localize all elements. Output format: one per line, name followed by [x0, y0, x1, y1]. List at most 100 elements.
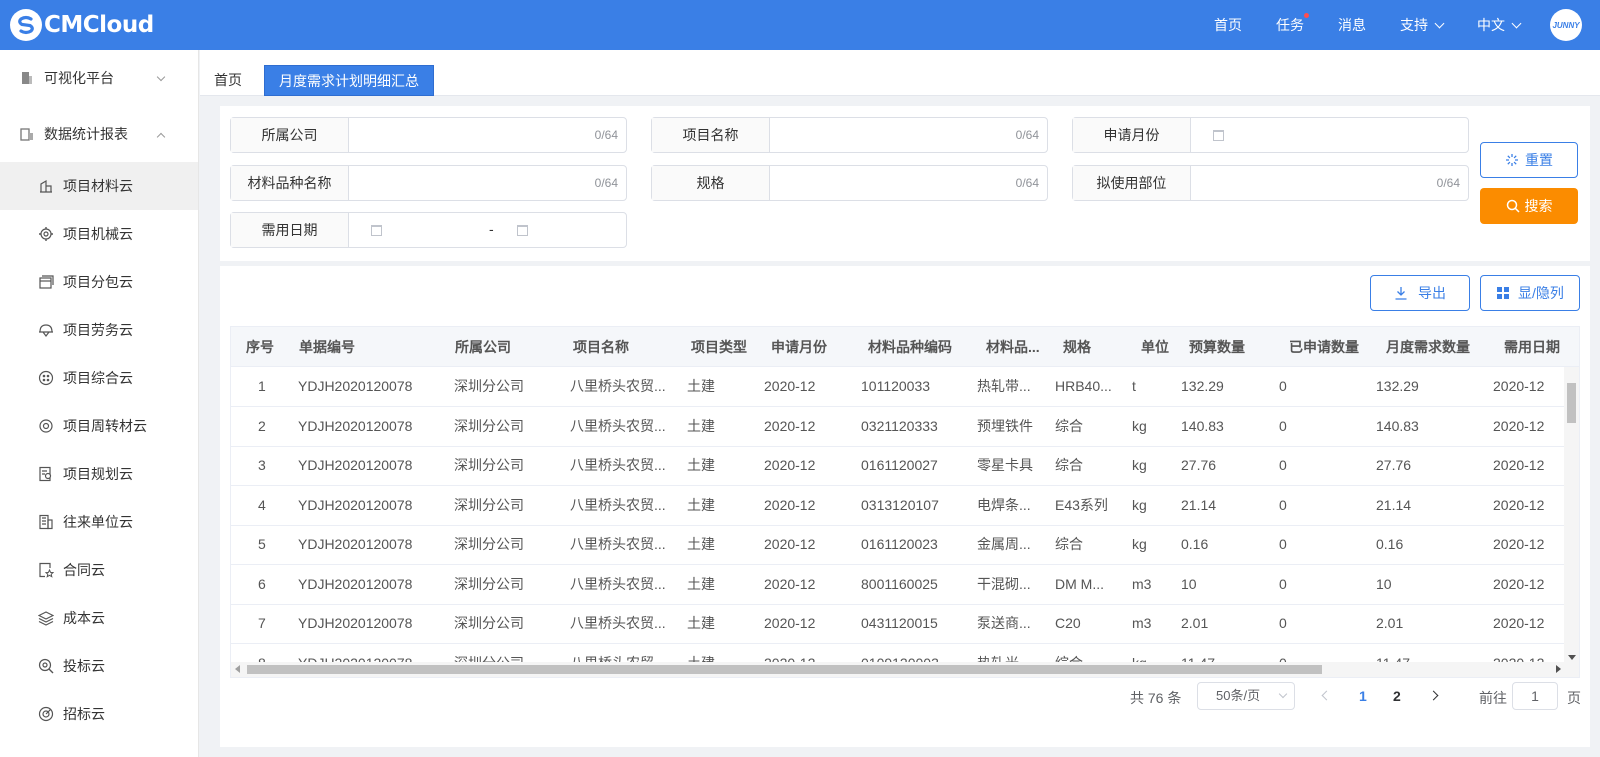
table-row[interactable]: 3 YDJH2020120078 深圳分公司 八里桥头农贸... 土建 2020-12 01… — [231, 446, 1566, 486]
nav-home[interactable]: 首页 — [1214, 15, 1242, 35]
search-button[interactable]: 搜索 — [1480, 188, 1578, 224]
tab-monthly-demand-summary[interactable]: 月度需求计划明细汇总 — [264, 65, 434, 96]
material-name-field[interactable]: 材料品种名称 0/64 — [230, 165, 627, 201]
horizontal-scroll-thumb[interactable] — [247, 665, 1322, 674]
column-header[interactable]: 月度需求数量 — [1386, 327, 1496, 367]
office-building-icon — [39, 514, 53, 530]
vertical-scroll-thumb[interactable] — [1567, 383, 1576, 423]
column-header[interactable]: 所属公司 — [455, 327, 565, 367]
page-2[interactable]: 2 — [1393, 688, 1401, 704]
table-row[interactable]: 2 YDJH2020120078 深圳分公司 八里桥头农贸... 土建 2020-12 03… — [231, 407, 1566, 447]
chevron-down-icon — [1434, 18, 1445, 28]
apply-month-picker[interactable] — [1191, 118, 1468, 152]
nav-messages-label: 消息 — [1338, 17, 1366, 33]
table-cell: 综合 — [1055, 457, 1083, 473]
prev-page-icon[interactable] — [1321, 690, 1332, 701]
table-cell: 1 — [258, 378, 266, 394]
usage-part-input[interactable]: 0/64 — [1191, 166, 1468, 200]
table-cell: 2020-12 — [764, 457, 816, 473]
table-row[interactable]: 4 YDJH2020120078 深圳分公司 八里桥头农贸... 土建 2020-12 03… — [231, 486, 1566, 526]
chevron-down-icon — [156, 72, 166, 82]
cycle-icon — [39, 419, 53, 433]
sidebar-item-material-cloud[interactable]: 项目材料云 — [0, 162, 198, 210]
table-cell: 2020-12 — [1493, 615, 1545, 631]
vertical-scrollbar[interactable] — [1564, 367, 1579, 664]
company-field[interactable]: 所属公司 0/64 — [230, 117, 627, 153]
sidebar-item-subcontract-cloud[interactable]: 项目分包云 — [0, 258, 198, 306]
column-header[interactable]: 预算数量 — [1189, 327, 1279, 367]
sidebar-group-visualization[interactable]: 可视化平台 — [0, 50, 198, 106]
table-cell: 2 — [258, 417, 266, 434]
sidebar-item-machinery-cloud[interactable]: 项目机械云 — [0, 210, 198, 258]
horizontal-scrollbar[interactable] — [231, 662, 1579, 677]
next-page-icon[interactable] — [1428, 690, 1439, 701]
document-search-icon — [39, 466, 52, 482]
column-header[interactable]: 申请月份 — [771, 327, 861, 367]
demand-date-range[interactable]: - — [349, 213, 626, 247]
goto-page-input[interactable]: 1 — [1512, 682, 1558, 710]
table-row[interactable]: 1 YDJH2020120078 深圳分公司 八里桥头农贸... 土建 2020-12 10… — [231, 367, 1566, 407]
company-input[interactable]: 0/64 — [349, 118, 626, 152]
window-stack-icon — [39, 275, 54, 289]
column-header[interactable]: 材料品种编码 — [868, 327, 983, 367]
page-1[interactable]: 1 — [1359, 688, 1367, 704]
column-header[interactable]: 序号 — [246, 327, 286, 367]
logo[interactable]: CMCloud — [10, 9, 154, 41]
demand-date-field[interactable]: 需用日期 - — [230, 212, 627, 248]
sidebar-item-bidding-cloud[interactable]: 投标云 — [0, 642, 198, 690]
table-cell: YDJH2020120078 — [298, 615, 413, 631]
spec-field[interactable]: 规格 0/64 — [651, 165, 1048, 201]
nav-language[interactable]: 中文 — [1477, 15, 1522, 35]
nav-tasks[interactable]: 任务 — [1276, 13, 1309, 35]
toggle-columns-button[interactable]: 显/隐列 — [1480, 275, 1580, 311]
table-row[interactable]: 7 YDJH2020120078 深圳分公司 八里桥头农贸... 土建 2020-12 04… — [231, 604, 1566, 644]
sidebar-item-label: 投标云 — [63, 658, 105, 674]
tab-home[interactable]: 首页 — [200, 65, 256, 96]
table-cell: 0 — [1279, 536, 1287, 552]
sidebar-item-label: 招标云 — [63, 706, 105, 722]
scroll-down-arrow-icon[interactable] — [1568, 655, 1576, 660]
sidebar-item-cost-cloud[interactable]: 成本云 — [0, 594, 198, 642]
export-button[interactable]: 导出 — [1370, 275, 1470, 311]
sidebar-item-tender-cloud[interactable]: 招标云 — [0, 690, 198, 738]
column-header[interactable]: 已申请数量 — [1289, 327, 1379, 367]
column-header[interactable]: 规格 — [1063, 327, 1133, 367]
usage-part-field[interactable]: 拟使用部位 0/64 — [1072, 165, 1469, 201]
apply-month-field[interactable]: 申请月份 — [1072, 117, 1469, 153]
page-size-select[interactable]: 50条/页 — [1197, 682, 1295, 710]
chevron-up-icon — [156, 132, 166, 142]
nav-messages[interactable]: 消息 — [1338, 15, 1366, 35]
column-header[interactable]: 材料品... — [986, 327, 1058, 367]
column-header[interactable]: 单位 — [1141, 327, 1181, 367]
column-header[interactable]: 项目名称 — [573, 327, 683, 367]
scroll-left-arrow-icon[interactable] — [235, 665, 240, 673]
scroll-right-arrow-icon[interactable] — [1556, 665, 1561, 673]
table-cell: 2020-12 — [764, 417, 816, 434]
demand-date-label: 需用日期 — [231, 213, 349, 247]
avatar[interactable]: JUNNY — [1550, 9, 1582, 41]
table-row[interactable]: 8 YDJH2020120078 深圳分公司 八里桥头农贸... 土建 2020-12 01… — [231, 644, 1566, 665]
table-row[interactable]: 5 YDJH2020120078 深圳分公司 八里桥头农贸... 土建 2020-12 01… — [231, 525, 1566, 565]
sidebar-group-statistics[interactable]: 数据统计报表 — [0, 106, 198, 162]
project-name-input[interactable]: 0/64 — [770, 118, 1047, 152]
material-name-input[interactable]: 0/64 — [349, 166, 626, 200]
reset-button[interactable]: 重置 — [1480, 142, 1578, 178]
sidebar: 可视化平台 数据统计报表 项目材料云 项目机械云 项目分包云 项目劳务云 项目综… — [0, 50, 199, 757]
sidebar-item-contract-cloud[interactable]: 合同云 — [0, 546, 198, 594]
table-cell: 27.76 — [1181, 457, 1217, 473]
table-cell: 8001160025 — [861, 575, 938, 592]
table-cell: 6 — [258, 575, 266, 592]
table-row[interactable]: 6 YDJH2020120078 深圳分公司 八里桥头农贸... 土建 2020-12 80… — [231, 565, 1566, 605]
sidebar-item-labor-cloud[interactable]: 项目劳务云 — [0, 306, 198, 354]
column-header[interactable]: 项目类型 — [691, 327, 761, 367]
sidebar-item-integrated-cloud[interactable]: 项目综合云 — [0, 354, 198, 402]
spec-input[interactable]: 0/64 — [770, 166, 1047, 200]
sidebar-item-partner-cloud[interactable]: 往来单位云 — [0, 498, 198, 546]
sidebar-item-planning-cloud[interactable]: 项目规划云 — [0, 450, 198, 498]
column-header[interactable]: 需用日期 — [1504, 327, 1574, 367]
table-cell: 2020-12 — [764, 575, 816, 592]
column-header[interactable]: 单据编号 — [299, 327, 449, 367]
nav-support[interactable]: 支持 — [1400, 15, 1445, 35]
project-name-field[interactable]: 项目名称 0/64 — [651, 117, 1048, 153]
sidebar-item-turnover-cloud[interactable]: 项目周转材云 — [0, 402, 198, 450]
